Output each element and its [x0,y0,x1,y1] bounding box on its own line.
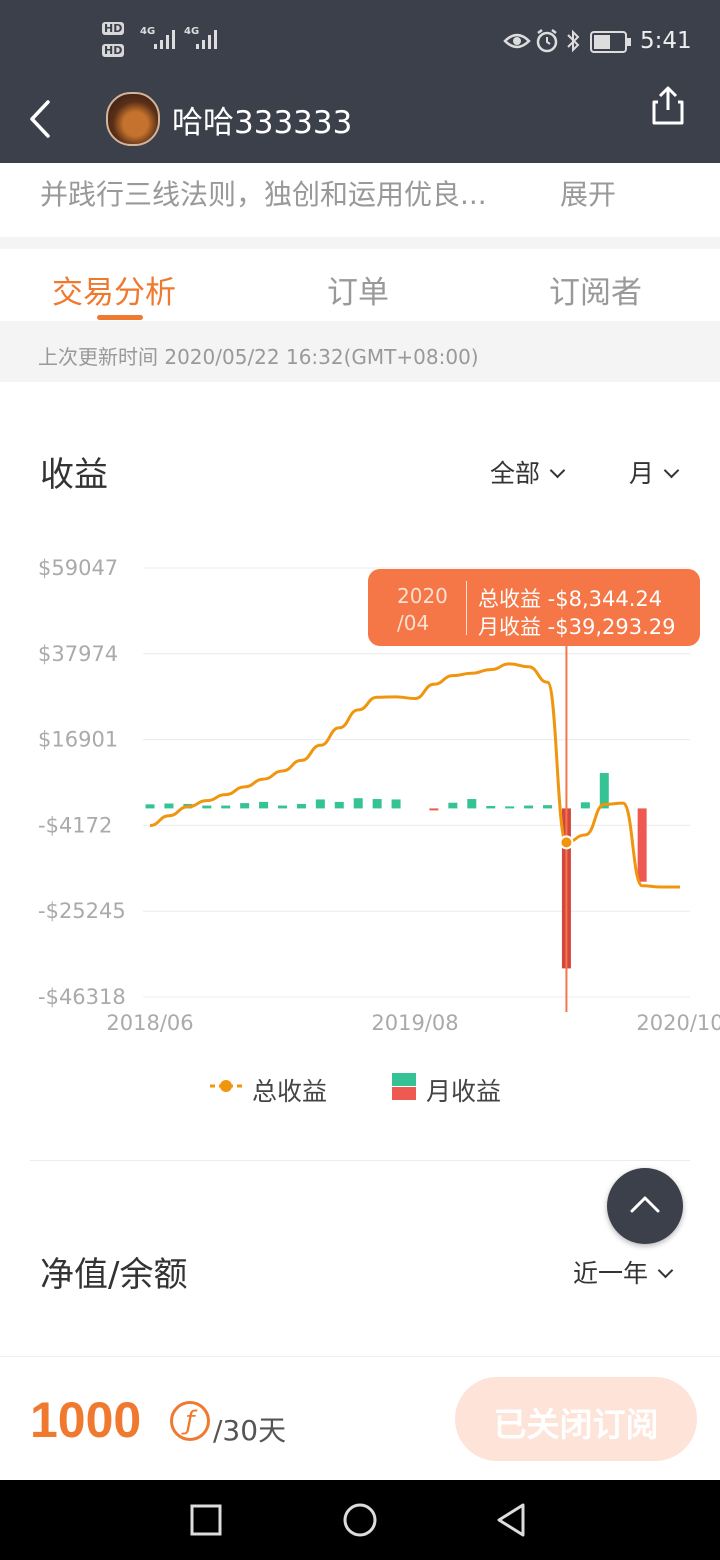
monthly-earnings-bar[interactable] [372,799,382,809]
monthly-earnings-bar[interactable] [259,801,269,809]
tooltip-divider [466,581,467,635]
avatar[interactable] [106,92,160,146]
monthly-earnings-bar[interactable] [353,798,363,809]
chart-tooltip: 2020 /04 总收益 -$8,344.24 月收益 -$39,293.29 [368,569,700,646]
section-title-earnings: 收益 [40,455,108,495]
monthly-earnings-bar[interactable] [467,799,477,809]
bio-text: 并践行三线法则，独创和运用优良... [40,178,487,211]
eye-icon [503,33,531,49]
hd-badge: HD [102,44,125,57]
subscription-bar: 1000 ƒ /30天 已关闭订阅 [0,1356,720,1481]
y-tick-label: -$25245 [38,899,126,923]
tab-bar: 交易分析 订单 订阅者 [0,249,720,321]
y-tick-label: $16901 [38,728,118,752]
alarm-icon [536,29,558,53]
y-tick-label: -$4172 [38,813,112,837]
range-dropdown[interactable]: 近一年 [573,1254,674,1290]
x-tick-label: 2020/10 [636,1011,720,1035]
monthly-earnings-bar[interactable] [278,805,287,809]
home-icon[interactable] [342,1502,378,1538]
monthly-earnings-bar[interactable] [429,808,439,811]
closed-subscription-button[interactable]: 已关闭订阅 [455,1377,697,1461]
chevron-down-icon [549,462,566,479]
monthly-earnings-bar[interactable] [448,802,458,809]
x-tick-label: 2019/08 [371,1011,458,1035]
app-header: 哈哈333333 [0,86,720,163]
monthly-earnings-bar[interactable] [296,803,306,809]
update-time: 上次更新时间 2020/05/22 16:32(GMT+08:00) [38,345,479,369]
status-bar: HD HD 4G 4G 5:41 [0,0,720,86]
back-icon[interactable] [495,1502,527,1538]
signal-icon [154,30,175,49]
expand-link[interactable]: 展开 [560,173,616,213]
page-title: 哈哈333333 [172,105,353,141]
tooltip-month: /04 [397,611,430,635]
period-dropdown[interactable]: 月 [629,454,680,490]
share-icon[interactable] [650,86,686,126]
monthly-earnings-bar[interactable] [334,801,344,809]
monthly-earnings-legend-icon [392,1073,416,1100]
signal-indicators: HD HD 4G 4G [102,22,222,62]
monthly-earnings-bar[interactable] [145,804,155,809]
currency-symbol: ƒ [185,1406,195,1436]
tooltip-total: 总收益 -$8,344.24 [478,587,663,611]
monthly-earnings-bar[interactable] [486,805,496,809]
monthly-earnings-bar[interactable] [391,799,401,809]
x-tick-label: 2018/06 [106,1011,193,1035]
hd-badge: HD [102,22,125,35]
network-type: 4G [140,26,156,37]
tab-subscribers[interactable]: 订阅者 [549,267,642,312]
filter-label: 全部 [490,459,541,488]
status-time: 5:41 [640,28,692,54]
legend-monthly-label: 月收益 [426,1077,502,1106]
tab-trade-analysis[interactable]: 交易分析 [52,267,176,312]
battery-icon [590,31,631,53]
y-tick-label: -$46318 [38,985,126,1009]
legend-total-label: 总收益 [252,1077,328,1106]
monthly-earnings-bar[interactable] [221,805,231,809]
monthly-earnings-bar[interactable] [240,803,250,809]
scroll-to-top-button[interactable] [607,1168,683,1244]
subscription-period: /30天 [213,1414,287,1447]
period-label: 月 [629,459,655,488]
section-divider [30,1160,690,1161]
monthly-earnings-bar[interactable] [202,805,212,809]
y-tick-label: $37974 [38,642,118,666]
range-label: 近一年 [573,1259,649,1288]
monthly-earnings-bar[interactable] [524,805,534,809]
monthly-earnings-bar[interactable] [580,802,590,809]
coin-icon: ƒ [170,1401,210,1441]
update-bar: 上次更新时间 2020/05/22 16:32(GMT+08:00) [0,321,720,382]
tooltip-monthly: 月收益 -$39,293.29 [478,615,676,639]
monthly-earnings-bar[interactable] [543,805,552,809]
active-tab-indicator [97,315,143,320]
highlighted-point[interactable] [559,835,574,850]
chevron-up-icon [630,1196,660,1213]
section-title-net-value: 净值/余额 [40,1255,188,1295]
y-tick-label: $59047 [38,556,118,580]
section-gap [0,237,720,249]
chevron-down-icon [663,462,680,479]
total-earnings-legend-icon [210,1080,242,1092]
recent-apps-icon[interactable] [190,1504,222,1536]
monthly-earnings-bar[interactable] [315,799,325,809]
chart-legend: 总收益 月收益 [0,1068,720,1112]
subscription-button-label: 已关闭订阅 [493,1405,659,1444]
filter-dropdown[interactable]: 全部 [490,454,566,490]
tab-orders[interactable]: 订单 [327,267,389,312]
system-nav-bar [0,1480,720,1560]
signal-icon [196,30,217,49]
monthly-earnings-bar[interactable] [164,803,174,809]
monthly-earnings-bar[interactable] [637,808,647,882]
monthly-earnings-bar[interactable] [505,806,515,809]
back-arrow-icon[interactable] [26,98,56,140]
tooltip-year: 2020 [397,584,448,608]
profile-bio: 并践行三线法则，独创和运用优良... 展开 [0,163,720,237]
subscription-price: 1000 [30,1392,142,1448]
bluetooth-icon [567,29,580,53]
chevron-down-icon [657,1262,674,1279]
